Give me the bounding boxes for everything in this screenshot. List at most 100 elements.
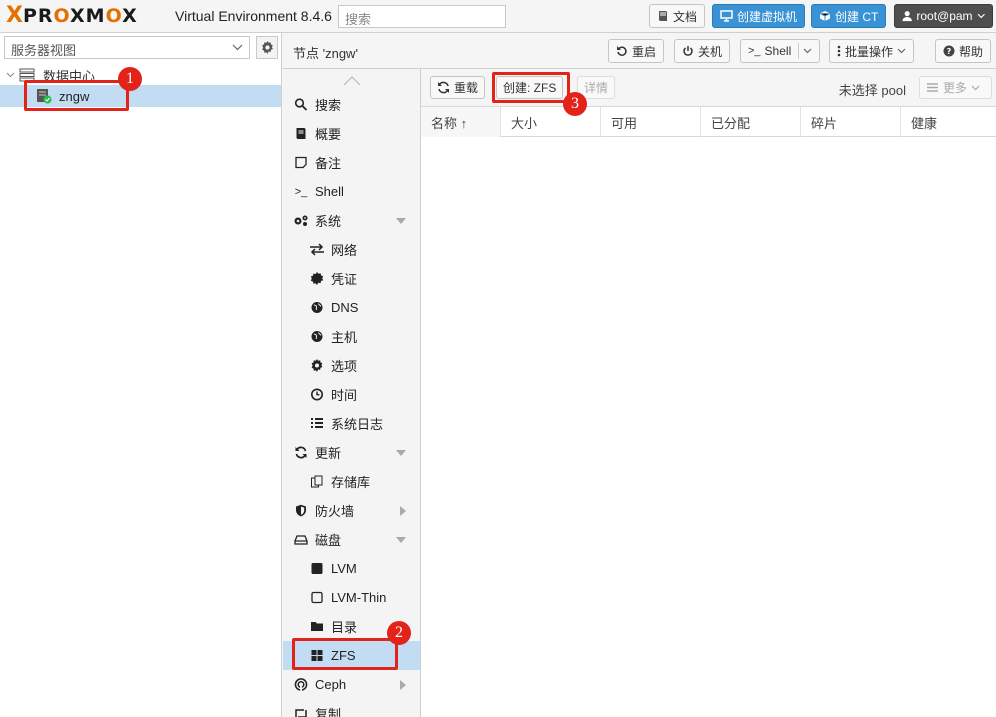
hdd-icon [294, 535, 308, 545]
column-header-name[interactable]: 名称 ↑ [421, 107, 501, 137]
column-header-size[interactable]: 大小 [501, 107, 601, 137]
reload-label: 重载 [454, 81, 479, 95]
cube-icon [819, 11, 831, 21]
create-vm-label: 创建虚拟机 [737, 9, 798, 24]
menu-item-disks[interactable]: 磁盘 [283, 525, 420, 554]
retweet-icon [295, 709, 307, 717]
certificate-icon [310, 272, 324, 285]
reboot-button[interactable]: 重启 [608, 39, 665, 63]
menu-item-summary[interactable]: 概要 [283, 119, 420, 148]
menu-item-system[interactable]: 系统 [283, 206, 420, 235]
zfs-panel: 重载 创建: ZFS 详情 未选择 pool 更多 名称 ↑ 大小 可用 已分配… [421, 69, 996, 717]
chevron-down-icon [803, 48, 812, 54]
menu-item-replication[interactable]: 复制 [283, 699, 420, 717]
annotation-badge-1: 1 [118, 67, 142, 91]
column-header-free[interactable]: 可用 [601, 107, 701, 137]
more-label: 更多 [943, 81, 968, 95]
shell-button[interactable]: >_ Shell [740, 39, 821, 63]
book-icon [659, 11, 667, 21]
svg-text:?: ? [947, 47, 952, 56]
logo-wordmark: PROXMOX [22, 5, 138, 27]
zfs-grid-header: 名称 ↑ 大小 可用 已分配 碎片 健康 [421, 107, 996, 137]
menu-item-certificates[interactable]: 凭证 [283, 264, 420, 293]
cogs-icon [294, 215, 308, 226]
collapse-arrow-icon[interactable] [396, 217, 406, 224]
shutdown-label: 关机 [698, 44, 723, 59]
desktop-icon [720, 10, 733, 22]
question-circle-icon: ? [943, 45, 955, 57]
chevron-down-icon [971, 85, 980, 90]
annotation-box-3 [492, 72, 570, 103]
reboot-label: 重启 [632, 44, 657, 59]
user-menu-button[interactable]: root@pam [894, 4, 993, 28]
note-icon [295, 156, 307, 169]
bulk-actions-label: 批量操作 [845, 44, 894, 59]
top-header: X PROXMOX Virtual Environment 8.4.6 搜索 文… [0, 0, 996, 33]
scroll-up-icon[interactable] [343, 74, 361, 89]
shutdown-button[interactable]: 关机 [674, 39, 731, 63]
menu-item-time[interactable]: 时间 [283, 380, 420, 409]
square-icon [311, 563, 323, 574]
collapse-arrow-icon[interactable] [396, 449, 406, 456]
annotation-box-1 [24, 80, 129, 111]
clock-icon [311, 388, 323, 401]
view-selector-value: 服务器视图 [11, 43, 77, 58]
tree-settings-button[interactable] [256, 36, 278, 59]
chevron-down-icon [6, 72, 15, 77]
column-header-allocated[interactable]: 已分配 [701, 107, 801, 137]
menu-item-lvm-thin[interactable]: LVM-Thin [283, 583, 420, 612]
book-icon [296, 128, 306, 139]
expand-arrow-icon[interactable] [400, 505, 406, 516]
expand-arrow-icon[interactable] [400, 679, 406, 690]
gear-icon [311, 359, 323, 372]
menu-item-notes[interactable]: 备注 [283, 148, 420, 177]
column-header-fragmentation[interactable]: 碎片 [801, 107, 901, 137]
bars-icon [927, 83, 938, 92]
menu-item-network[interactable]: 网络 [283, 235, 420, 264]
docs-button[interactable]: 文档 [649, 4, 706, 28]
page-title: 节点 'zngw' [293, 46, 358, 61]
ceph-icon [294, 678, 308, 691]
bulk-actions-button[interactable]: 批量操作 [829, 39, 915, 63]
help-button[interactable]: ? 帮助 [935, 39, 992, 63]
menu-item-lvm[interactable]: LVM [283, 554, 420, 583]
menu-item-hosts[interactable]: 主机 [283, 322, 420, 351]
menu-item-options[interactable]: 选项 [283, 351, 420, 380]
user-icon [902, 11, 912, 22]
more-button[interactable]: 更多 [919, 76, 992, 99]
menu-item-firewall[interactable]: 防火墙 [283, 496, 420, 525]
menu-item-ceph[interactable]: Ceph [283, 670, 420, 699]
square-outline-icon [311, 591, 323, 604]
create-ct-button[interactable]: 创建 CT [811, 4, 887, 28]
menu-item-syslog[interactable]: 系统日志 [283, 409, 420, 438]
collapse-arrow-icon[interactable] [396, 536, 406, 543]
menu-item-repositories[interactable]: 存储库 [283, 467, 420, 496]
menu-item-updates[interactable]: 更新 [283, 438, 420, 467]
pool-status-text: 未选择 pool [838, 83, 906, 98]
product-version: Virtual Environment 8.4.6 [175, 8, 332, 24]
create-ct-label: 创建 CT [835, 9, 879, 24]
shell-label: Shell [764, 44, 792, 58]
annotation-badge-2: 2 [387, 621, 411, 645]
menu-item-search[interactable]: 搜索 [283, 90, 420, 119]
proxmox-logo: X PROXMOX [6, 5, 138, 28]
chevron-down-icon [977, 13, 985, 19]
files-icon [311, 475, 323, 488]
globe-icon [311, 302, 323, 313]
exchange-icon [310, 243, 324, 256]
annotation-badge-3: 3 [563, 92, 587, 116]
column-header-health[interactable]: 健康 [901, 107, 996, 137]
shield-icon [296, 504, 306, 517]
chevron-down-icon [897, 48, 906, 54]
search-input[interactable]: 搜索 [338, 5, 506, 28]
create-vm-button[interactable]: 创建虚拟机 [712, 4, 806, 28]
menu-item-shell[interactable]: >_ Shell [283, 177, 420, 206]
reload-button[interactable]: 重载 [430, 76, 486, 99]
gear-icon [261, 41, 273, 54]
menu-item-dns[interactable]: DNS [283, 293, 420, 322]
view-selector[interactable]: 服务器视图 [4, 36, 250, 59]
node-config-menu: 搜索 概要 备注 >_ Shell 系统 网络 凭证 DNS 主机 选项 时间 [283, 69, 421, 717]
chevron-down-icon [232, 44, 243, 51]
list-icon [311, 418, 323, 428]
help-label: 帮助 [959, 44, 984, 59]
